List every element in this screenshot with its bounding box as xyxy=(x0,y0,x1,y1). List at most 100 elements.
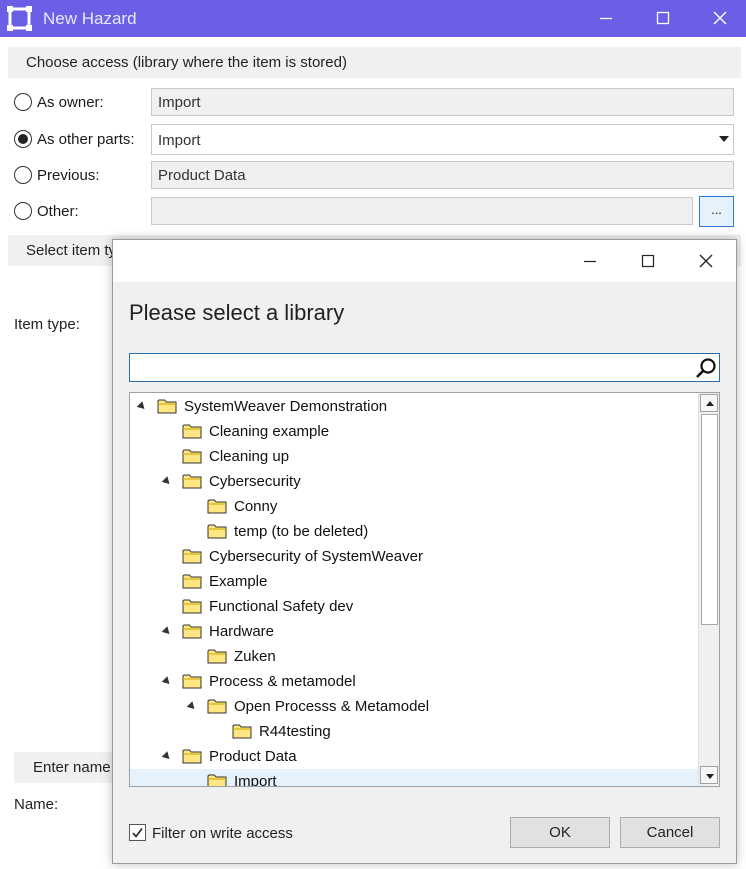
radio-button[interactable] xyxy=(14,202,32,220)
radio-other[interactable]: Other: xyxy=(14,200,79,222)
tree-item[interactable]: Cleaning example xyxy=(130,419,698,444)
tree-item[interactable]: Zuken xyxy=(130,644,698,669)
folder-icon xyxy=(207,699,227,714)
radio-button[interactable] xyxy=(14,93,32,111)
maximize-icon xyxy=(641,254,655,268)
app-icon xyxy=(7,6,32,31)
expander-icon[interactable] xyxy=(161,676,173,687)
close-button[interactable] xyxy=(692,0,746,37)
tree-item-label: Cybersecurity of SystemWeaver xyxy=(209,548,423,565)
library-tree[interactable]: SystemWeaver Demonstration Cleaning examp… xyxy=(129,392,720,787)
folder-icon xyxy=(182,674,202,689)
select-library-dialog: Please select a library SystemWeaver Dem… xyxy=(112,239,737,864)
search-icon[interactable] xyxy=(694,356,718,380)
tree-item-label: Cleaning example xyxy=(209,423,330,440)
tree-item[interactable]: R44testing xyxy=(130,719,698,744)
radio-button[interactable] xyxy=(14,166,32,184)
folder-icon xyxy=(207,774,227,786)
tree-item-label: R44testing xyxy=(259,723,331,740)
tree-item-label: Process & metamodel xyxy=(209,673,356,690)
tree-item-label: Conny xyxy=(234,498,278,515)
previous-library-field: Product Data xyxy=(151,161,734,189)
chevron-down-icon xyxy=(706,774,714,779)
folder-icon xyxy=(182,449,202,464)
owner-library-field: Import xyxy=(151,88,734,116)
radio-as-other-parts[interactable]: As other parts: xyxy=(14,128,135,150)
name-label: Name: xyxy=(14,796,59,813)
item-type-label: Item type: xyxy=(14,316,80,333)
folder-icon xyxy=(182,424,202,439)
minimize-button[interactable] xyxy=(578,0,634,37)
cancel-button[interactable]: Cancel xyxy=(620,817,720,848)
folder-icon xyxy=(182,624,202,639)
tree-item[interactable]: Cybersecurity of SystemWeaver xyxy=(130,544,698,569)
browse-button[interactable]: ... xyxy=(699,196,734,227)
scroll-down-button[interactable] xyxy=(700,766,718,784)
dialog-heading: Please select a library xyxy=(129,300,345,325)
expander-icon[interactable] xyxy=(161,751,173,762)
tree-item-label: temp (to be deleted) xyxy=(234,523,369,540)
minimize-icon xyxy=(584,260,596,263)
dialog-maximize-button[interactable] xyxy=(620,240,676,282)
radio-previous[interactable]: Previous: xyxy=(14,164,100,186)
ok-button[interactable]: OK xyxy=(510,817,610,848)
maximize-icon xyxy=(656,11,670,25)
folder-icon xyxy=(182,749,202,764)
tree-item[interactable]: Cybersecurity xyxy=(130,469,698,494)
folder-icon xyxy=(207,649,227,664)
combo-value: Import xyxy=(158,132,201,149)
dialog-close-button[interactable] xyxy=(678,240,734,282)
radio-label: As other parts: xyxy=(37,130,135,148)
folder-icon xyxy=(182,599,202,614)
folder-icon xyxy=(182,574,202,589)
dialog-title-bar xyxy=(113,240,736,282)
name-section-header: Enter name xyxy=(14,752,114,783)
folder-icon xyxy=(182,474,202,489)
tree-item-label: Example xyxy=(209,573,268,590)
tree-item[interactable]: temp (to be deleted) xyxy=(130,519,698,544)
expander-icon[interactable] xyxy=(186,701,198,712)
filter-write-access-label: Filter on write access xyxy=(152,825,293,842)
folder-icon xyxy=(232,724,252,739)
scroll-up-button[interactable] xyxy=(700,394,718,412)
close-icon xyxy=(713,11,727,25)
folder-icon xyxy=(182,549,202,564)
other-parts-library-combo[interactable]: Import xyxy=(151,124,734,155)
checkmark-icon xyxy=(132,828,143,838)
tree-item[interactable]: Open Processs & Metamodel xyxy=(130,694,698,719)
tree-item-label: Cybersecurity xyxy=(209,473,301,490)
radio-button[interactable] xyxy=(14,130,32,148)
tree-item[interactable]: Functional Safety dev xyxy=(130,594,698,619)
tree-item[interactable]: Cleaning up xyxy=(130,444,698,469)
filter-write-access-checkbox[interactable] xyxy=(129,824,146,841)
tree-item-label: Functional Safety dev xyxy=(209,598,354,615)
tree-item-label: Open Processs & Metamodel xyxy=(234,698,430,715)
radio-label: As owner: xyxy=(37,93,104,111)
tree-item[interactable]: Import xyxy=(130,769,698,786)
tree-item[interactable]: SystemWeaver Demonstration xyxy=(130,394,698,419)
radio-label: Previous: xyxy=(37,166,100,184)
tree-item[interactable]: Process & metamodel xyxy=(130,669,698,694)
tree-scrollbar[interactable] xyxy=(698,393,719,786)
dialog-minimize-button[interactable] xyxy=(562,240,618,282)
other-library-field xyxy=(151,197,693,225)
expander-icon[interactable] xyxy=(136,401,148,412)
tree-item[interactable]: Hardware xyxy=(130,619,698,644)
radio-label: Other: xyxy=(37,202,79,220)
tree-item-label: Cleaning up xyxy=(209,448,290,465)
expander-icon[interactable] xyxy=(161,626,173,637)
tree-item[interactable]: Product Data xyxy=(130,744,698,769)
tree-item[interactable]: Example xyxy=(130,569,698,594)
tree-item-label: Zuken xyxy=(234,648,276,665)
library-search-input[interactable] xyxy=(130,354,690,381)
expander-icon[interactable] xyxy=(161,476,173,487)
maximize-button[interactable] xyxy=(635,0,691,37)
radio-as-owner[interactable]: As owner: xyxy=(14,91,104,113)
tree-item[interactable]: Conny xyxy=(130,494,698,519)
window-title: New Hazard xyxy=(43,9,137,28)
scroll-thumb[interactable] xyxy=(701,414,718,625)
tree-item-label: Product Data xyxy=(209,748,297,765)
chevron-down-icon[interactable] xyxy=(719,136,729,142)
folder-icon xyxy=(157,399,177,414)
folder-icon xyxy=(207,524,227,539)
